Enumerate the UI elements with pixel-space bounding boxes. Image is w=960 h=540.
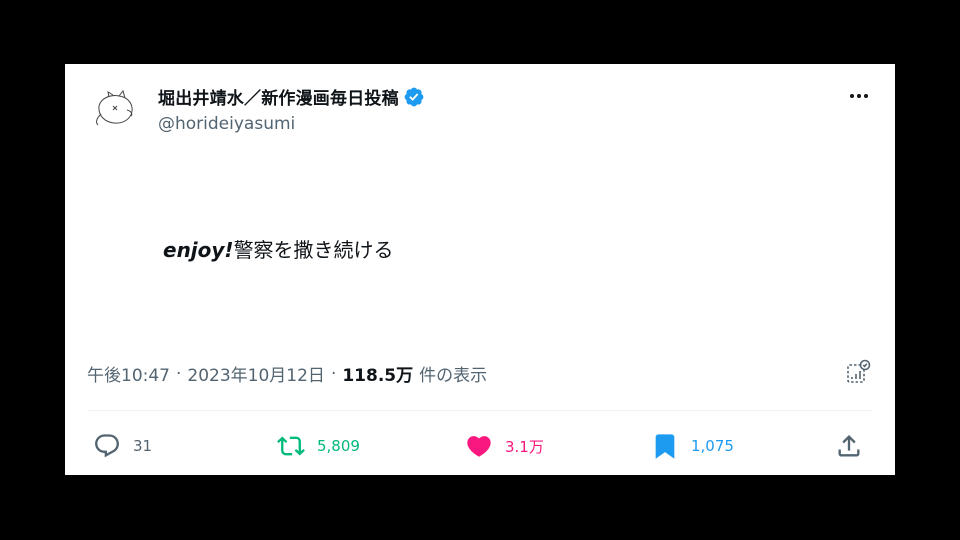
avatar-sketch-icon (96, 89, 133, 126)
share-button[interactable] (835, 426, 863, 466)
tweet-date[interactable]: 2023年10月12日 (187, 361, 325, 386)
like-button[interactable]: 3.1万 (465, 426, 544, 466)
views-label: 件の表示 (419, 366, 488, 386)
tweet-text-en: enjoy! (163, 238, 234, 262)
user-name-row: 堀出井靖水／新作漫画毎日投稿 (158, 84, 425, 109)
heart-icon (467, 436, 491, 457)
more-horizontal-icon[interactable] (847, 84, 871, 108)
tweet-text-ja: 警察を撒き続ける (233, 238, 394, 262)
retweet-button[interactable]: 5,809 (277, 426, 360, 466)
meta-separator: · (330, 363, 337, 384)
analytics-icon[interactable] (845, 358, 873, 386)
user-handle[interactable]: @horideiyasumi (158, 114, 295, 134)
bookmark-count: 1,075 (691, 437, 734, 455)
tweet-text: enjoy!警察を撒き続ける (163, 234, 394, 263)
divider (87, 410, 873, 411)
tweet-time[interactable]: 午後10:47 (87, 361, 170, 386)
retweet-count: 5,809 (317, 437, 360, 455)
bookmark-button[interactable]: 1,075 (651, 426, 734, 466)
views-count: 118.5万 (342, 366, 414, 386)
display-name[interactable]: 堀出井靖水／新作漫画毎日投稿 (158, 84, 399, 109)
reply-icon (95, 434, 119, 458)
bookmark-icon (655, 434, 675, 459)
reply-count: 31 (133, 437, 153, 455)
reply-button[interactable]: 31 (93, 426, 152, 466)
tweet-meta: 午後10:47 · 2023年10月12日 · 118.5万 件の表示 (87, 361, 488, 387)
verified-badge-icon (403, 86, 425, 108)
share-icon (838, 435, 860, 457)
retweet-icon (277, 436, 305, 456)
action-bar: 31 5,809 3.1万 1,075 (65, 426, 895, 466)
avatar[interactable] (89, 84, 141, 136)
tweet-card: 堀出井靖水／新作漫画毎日投稿 @horideiyasumi enjoy!警察を撒… (65, 64, 895, 475)
like-count: 3.1万 (505, 437, 544, 456)
meta-separator: · (176, 363, 182, 384)
